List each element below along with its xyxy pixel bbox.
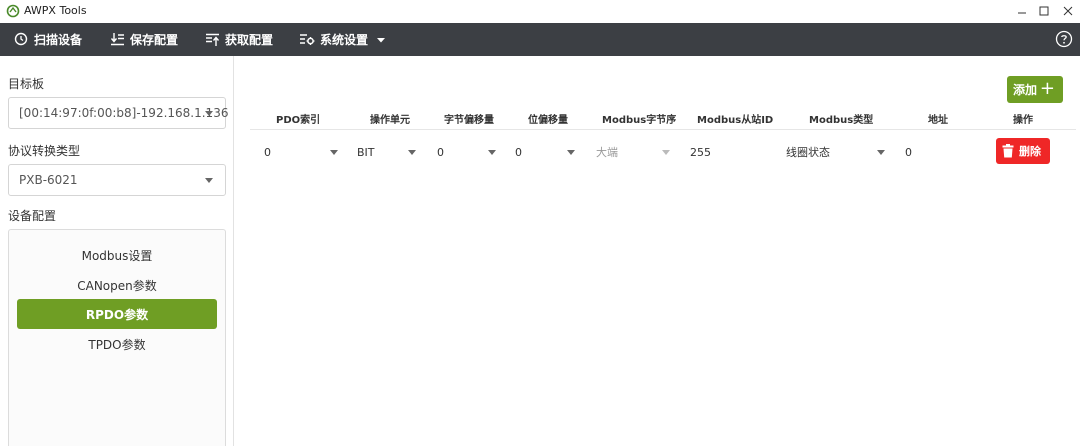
scan-devices-label: 扫描设备 [34,33,83,47]
address-input[interactable]: 0 [905,143,912,161]
delete-row-label: 删除 [1019,145,1041,158]
main-toolbar: 扫描设备 保存配置 获取配置 系统设置 [0,23,1080,56]
system-settings-label: 系统设置 [320,33,369,47]
column-header: 操作单元 [370,115,410,126]
column-header: Modbus从站ID [697,115,774,126]
column-header: Modbus字节序 [602,115,677,126]
fetch-config-button[interactable]: 获取配置 [205,23,273,56]
device-config-label: 设备配置 [8,209,57,223]
delete-row-button[interactable]: 删除 [996,138,1050,164]
scan-icon [14,32,28,46]
column-header: Modbus类型 [809,115,874,126]
add-row-button[interactable]: 添加 + [1007,76,1063,103]
column-header: PDO索引 [276,115,321,126]
modbus-type-select[interactable]: 线圈状态 [786,143,830,161]
minimize-icon [1018,12,1026,14]
column-header: 操作 [1013,115,1033,126]
menu-item-canopen-params[interactable]: CANopen参数 [17,270,217,300]
maximize-icon [1039,6,1049,16]
settings-icon [300,34,315,45]
chevron-down-icon [330,150,338,155]
column-header: 地址 [928,115,948,126]
chevron-down-icon [877,150,885,155]
slave-id-input[interactable]: 255 [690,143,711,161]
app-logo-icon [6,4,20,18]
window-title: AWPX Tools [24,4,87,17]
save-config-button[interactable]: 保存配置 [110,23,178,56]
plus-icon: + [1039,78,1055,99]
save-config-label: 保存配置 [130,33,179,47]
protocol-type-select[interactable]: PXB-6021 [8,164,226,196]
column-header: 位偏移量 [528,115,568,126]
chevron-down-icon [205,111,213,116]
menu-item-tpdo-params[interactable]: TPDO参数 [17,329,217,359]
unit-select[interactable]: BIT [357,143,375,161]
minimize-button[interactable] [1012,2,1032,20]
chevron-down-icon [408,150,416,155]
chevron-down-icon [662,150,670,155]
chevron-down-icon [205,178,213,183]
device-config-menu: Modbus设置 CANopen参数 RPDO参数 TPDO参数 [8,229,226,446]
column-header: 字节偏移量 [444,115,494,126]
menu-item-modbus-settings[interactable]: Modbus设置 [17,240,217,270]
maximize-button[interactable] [1034,2,1054,20]
byte-offset-select[interactable]: 0 [437,143,444,161]
close-icon [1063,6,1073,16]
chevron-down-icon [488,150,496,155]
protocol-type-value: PXB-6021 [19,173,78,187]
header-divider [250,129,1076,130]
sidebar: 目标板 [00:14:97:0f:00:b8]-192.168.1.136 协议… [0,56,234,446]
scan-devices-button[interactable]: 扫描设备 [14,23,82,56]
title-bar: AWPX Tools [0,0,1080,23]
fetch-config-label: 获取配置 [225,33,274,47]
trash-icon [1002,144,1014,158]
help-icon[interactable] [1055,30,1073,48]
system-settings-menu[interactable]: 系统设置 [299,23,391,56]
save-icon [110,33,124,46]
fetch-icon [206,33,220,46]
target-board-label: 目标板 [8,77,45,91]
pdo-index-select[interactable]: 0 [264,143,271,161]
bit-offset-select[interactable]: 0 [515,143,522,161]
byte-order-select[interactable]: 大端 [596,143,618,161]
add-row-label: 添加 [1013,83,1038,97]
protocol-type-label: 协议转换类型 [8,144,81,158]
chevron-down-icon [377,37,386,42]
chevron-down-icon [567,150,575,155]
menu-item-rpdo-params[interactable]: RPDO参数 [17,299,217,329]
target-board-select[interactable]: [00:14:97:0f:00:b8]-192.168.1.136 [8,97,229,129]
close-button[interactable] [1058,2,1078,20]
target-board-value: [00:14:97:0f:00:b8]-192.168.1.136 [19,106,229,120]
